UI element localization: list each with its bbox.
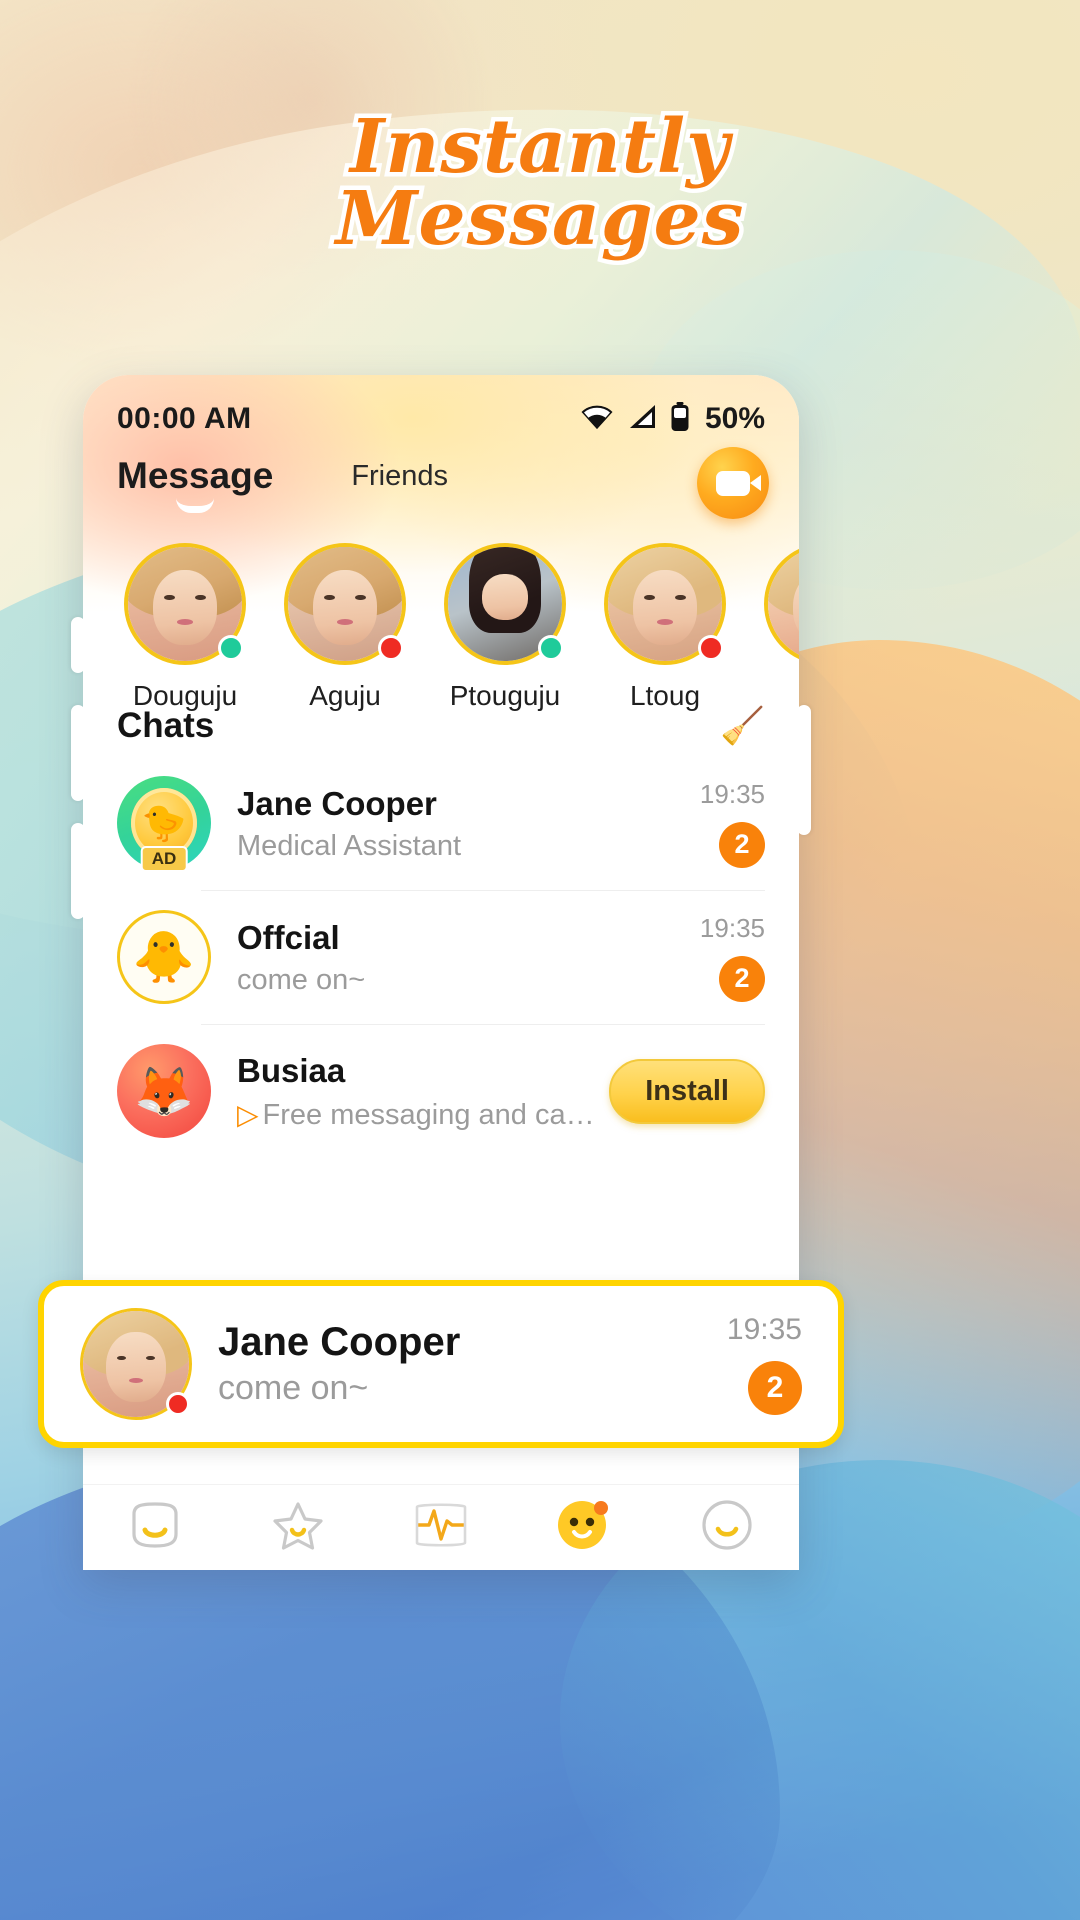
nav-pulse[interactable] [397, 1497, 485, 1559]
status-bar-icons: 50% [580, 401, 765, 437]
chat-item-text: Jane Cooper Medical Assistant [211, 783, 686, 863]
status-bar: 00:00 AM 50% [83, 375, 799, 441]
story-item[interactable]: Aguju [271, 543, 419, 712]
chat-item-meta: 19:35 2 [713, 1313, 802, 1415]
chat-item-meta: 19:35 2 [686, 913, 765, 1002]
chat-item-subtitle: come on~ [237, 964, 366, 997]
unread-badge: 2 [719, 955, 765, 1002]
nav-star[interactable] [254, 1497, 342, 1559]
chat-item-action: Install [595, 1058, 765, 1124]
status-dot-online [218, 635, 244, 661]
highlighted-chat-row[interactable]: Jane Cooper come on~ 19:35 2 [38, 1280, 844, 1448]
fox-avatar: 🦊 [117, 1044, 211, 1138]
avatar: 🐤 AD [117, 776, 211, 872]
story-name: Douguju [132, 680, 238, 711]
status-bar-clock: 00:00 AM [117, 402, 252, 435]
tab-message-label: Message [117, 455, 274, 496]
chat-list-item[interactable]: 🐥 Offcial come on~ 19:35 2 [83, 890, 799, 1024]
nav-profile[interactable] [683, 1497, 771, 1559]
battery-percentage: 50% [704, 402, 765, 435]
star-icon [272, 1500, 324, 1555]
chat-list-item[interactable]: 🐤 AD Jane Cooper Medical Assistant 19:35… [83, 756, 799, 890]
wifi-icon [580, 404, 614, 435]
story-avatar-wrap [764, 543, 799, 665]
story-avatar-wrap [124, 543, 246, 665]
header-tabs: Message Friends [83, 441, 799, 519]
story-name: Yo [751, 680, 799, 712]
tab-friends[interactable]: Friends [351, 460, 448, 493]
story-avatar-wrap [444, 543, 566, 665]
chat-item-time: 19:35 [699, 778, 765, 809]
ad-subtitle-text: Free messaging and calls... [262, 1098, 596, 1131]
pulse-icon [414, 1501, 468, 1554]
chat-item-meta: 19:35 2 [686, 779, 765, 868]
story-item[interactable]: Douguju [111, 543, 259, 712]
tab-message[interactable]: Message [117, 455, 274, 513]
avatar [80, 1308, 192, 1420]
battery-icon [670, 401, 690, 437]
nav-home[interactable] [111, 1497, 199, 1559]
chat-item-subtitle: Medical Assistant [237, 830, 462, 863]
home-icon [128, 1500, 182, 1555]
headline-line-2: Messages [331, 175, 748, 262]
poster-headline: Instantly Messages [0, 106, 1080, 262]
story-avatar-wrap [604, 543, 726, 665]
story-item[interactable]: Ptouguju [431, 543, 579, 712]
status-dot-busy [698, 635, 724, 661]
chat-item-subtitle: ▷ Free messaging and calls... [237, 1098, 595, 1132]
status-dot-online [538, 635, 564, 661]
cellular-signal-icon [627, 403, 657, 435]
play-icon: ▷ [237, 1098, 259, 1130]
phone-mockup: 00:00 AM 50% Message Friends Douguju Agu… [38, 375, 844, 1570]
chat-item-name: Jane Cooper [237, 784, 437, 822]
story-item[interactable]: Yo [751, 543, 799, 712]
chat-item-subtitle: come on~ [218, 1369, 369, 1407]
story-name: Ptouguju [449, 680, 561, 711]
story-item[interactable]: Ltoug [591, 543, 739, 712]
chat-item-time: 19:35 [726, 1313, 802, 1346]
chat-list-item[interactable]: 🦊 Busiaa ▷ Free messaging and calls... In… [83, 1024, 799, 1158]
app-header: 00:00 AM 50% Message Friends Douguju Agu… [83, 375, 799, 711]
broom-icon[interactable]: 🧹 [720, 708, 765, 744]
avatar: 🐥 [117, 910, 211, 1004]
status-dot-busy [166, 1392, 190, 1416]
profile-icon [701, 1499, 753, 1556]
chat-item-text: Jane Cooper come on~ [192, 1320, 713, 1408]
bottom-navigation-bar [83, 1484, 799, 1570]
story-name: Aguju [309, 680, 381, 711]
stories-row[interactable]: Douguju Aguju Ptouguju Ltoug [83, 497, 799, 712]
unread-badge: 2 [748, 1361, 802, 1415]
avatar [764, 543, 799, 665]
avatar: 🦊 [117, 1044, 211, 1138]
story-avatar-wrap [284, 543, 406, 665]
nav-chat[interactable] [540, 1497, 628, 1559]
ad-coin-avatar: 🐤 AD [117, 776, 211, 872]
chat-item-name: Busiaa [237, 1052, 346, 1090]
duck-avatar: 🐥 [117, 910, 211, 1004]
camera-button[interactable] [697, 447, 769, 519]
chat-item-name: Offcial [237, 918, 340, 956]
tab-friends-label: Friends [351, 459, 449, 492]
chats-title: Chats [117, 706, 215, 745]
status-dot-busy [378, 635, 404, 661]
chat-item-time: 19:35 [699, 912, 765, 943]
chat-item-name: Jane Cooper [218, 1320, 461, 1364]
chat-item-text: Busiaa ▷ Free messaging and calls... [211, 1050, 595, 1131]
story-name: Ltoug [629, 680, 701, 711]
avatar-photo [768, 547, 799, 661]
ad-badge: AD [140, 846, 188, 872]
chat-icon [554, 1497, 614, 1558]
phone-power-button [797, 705, 811, 835]
video-camera-icon [716, 470, 761, 496]
chat-item-text: Offcial come on~ [211, 917, 686, 997]
unread-badge: 2 [719, 821, 765, 868]
install-button[interactable]: Install [609, 1058, 765, 1124]
